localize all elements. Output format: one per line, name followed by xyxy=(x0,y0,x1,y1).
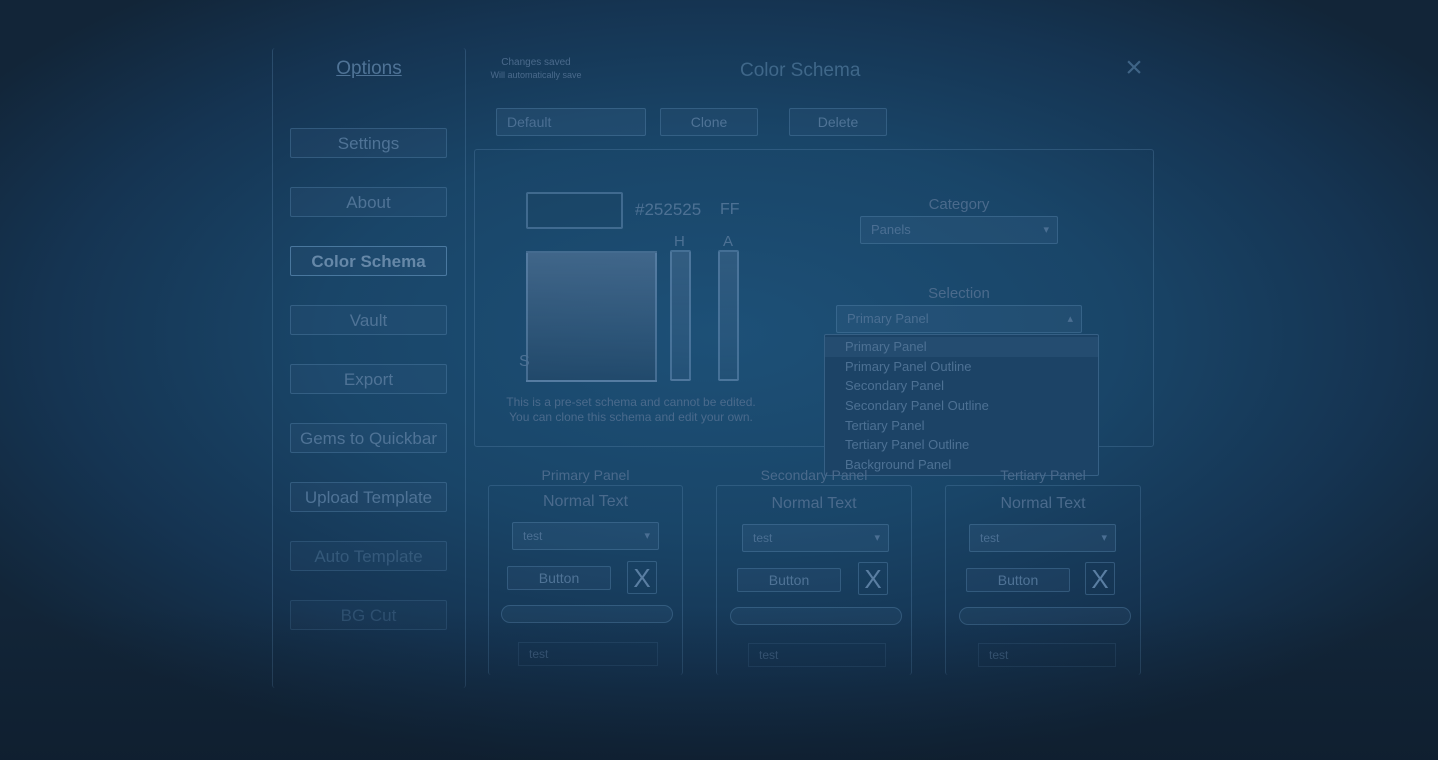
primary-preview-dropdown-value: test xyxy=(523,529,543,543)
tertiary-preview-dropdown-value: test xyxy=(980,531,1000,545)
tertiary-preview-progress xyxy=(959,607,1131,625)
selection-option[interactable]: Secondary Panel Outline xyxy=(825,396,1098,416)
selection-option[interactable]: Primary Panel xyxy=(825,337,1098,357)
hue-label: H xyxy=(674,233,685,250)
category-select-value: Panels xyxy=(871,222,911,237)
selection-option[interactable]: Tertiary Panel Outline xyxy=(825,435,1098,455)
menu-settings-button[interactable]: Settings xyxy=(290,128,447,158)
menu-upload-template-button[interactable]: Upload Template xyxy=(290,482,447,512)
selection-label: Selection xyxy=(928,285,990,302)
secondary-normal-text: Normal Text xyxy=(771,495,857,512)
selection-option[interactable]: Primary Panel Outline xyxy=(825,357,1098,377)
primary-preview-title: Primary Panel xyxy=(541,467,630,483)
selection-select-value: Primary Panel xyxy=(847,311,929,326)
menu-about-button[interactable]: About xyxy=(290,187,447,217)
selection-option[interactable]: Tertiary Panel xyxy=(825,416,1098,436)
tertiary-close-icon[interactable]: X xyxy=(1085,562,1115,595)
selection-select[interactable]: Primary Panel ▴ xyxy=(836,305,1082,333)
secondary-preview-input[interactable]: test xyxy=(748,643,886,667)
chevron-down-icon: ▾ xyxy=(644,530,650,542)
schema-select[interactable]: Default xyxy=(496,108,646,136)
schema-select-value: Default xyxy=(507,114,552,130)
selection-option[interactable]: Secondary Panel xyxy=(825,376,1098,396)
category-select[interactable]: Panels ▾ xyxy=(860,216,1058,244)
save-status-line1: Changes saved xyxy=(501,57,571,68)
chevron-up-icon: ▴ xyxy=(1067,313,1073,325)
primary-close-icon[interactable]: X xyxy=(627,561,657,594)
menu-gems-to-quickbar-button[interactable]: Gems to Quickbar xyxy=(290,423,447,453)
secondary-close-icon[interactable]: X xyxy=(858,562,888,595)
alpha-label: A xyxy=(723,233,734,250)
preset-note-line1: This is a pre-set schema and cannot be e… xyxy=(506,395,756,409)
sv-label: S xyxy=(519,353,530,370)
hue-slider[interactable] xyxy=(670,250,691,381)
category-label: Category xyxy=(928,196,990,213)
hex-value[interactable]: #252525 xyxy=(635,200,701,220)
menu-color-schema-button[interactable]: Color Schema xyxy=(290,246,447,276)
menu-bg-cut-button[interactable]: BG Cut xyxy=(290,600,447,630)
color-schema-title: Color Schema xyxy=(740,60,861,81)
primary-preview-progress xyxy=(501,605,673,623)
tertiary-preview-button[interactable]: Button xyxy=(966,568,1070,592)
secondary-preview-dropdown-value: test xyxy=(753,531,773,545)
chevron-down-icon: ▾ xyxy=(1101,532,1107,544)
alpha-hex-value[interactable]: FF xyxy=(720,201,740,219)
secondary-preview-dropdown[interactable]: test ▾ xyxy=(742,524,889,552)
delete-button[interactable]: Delete xyxy=(789,108,887,136)
color-preview-swatch xyxy=(526,192,623,229)
chevron-down-icon: ▾ xyxy=(874,532,880,544)
tertiary-preview-input[interactable]: test xyxy=(978,643,1116,667)
tertiary-preview-dropdown[interactable]: test ▾ xyxy=(969,524,1116,552)
secondary-preview-progress xyxy=(730,607,902,625)
clone-button[interactable]: Clone xyxy=(660,108,758,136)
primary-preview-button[interactable]: Button xyxy=(507,566,611,590)
close-icon[interactable]: × xyxy=(1121,53,1147,83)
options-title: Options xyxy=(336,58,402,79)
primary-preview-input[interactable]: test xyxy=(518,642,658,666)
save-status-line2: Will automatically save xyxy=(490,70,582,80)
selection-dropdown-list: Primary Panel Primary Panel Outline Seco… xyxy=(824,334,1099,476)
alpha-slider[interactable] xyxy=(718,250,739,381)
tertiary-normal-text: Normal Text xyxy=(1000,495,1086,512)
secondary-preview-title: Secondary Panel xyxy=(760,467,868,483)
menu-export-button[interactable]: Export xyxy=(290,364,447,394)
preset-note-line2: You can clone this schema and edit your … xyxy=(509,410,753,424)
secondary-preview-button[interactable]: Button xyxy=(737,568,841,592)
menu-vault-button[interactable]: Vault xyxy=(290,305,447,335)
primary-normal-text: Normal Text xyxy=(542,493,629,510)
primary-preview-dropdown[interactable]: test ▾ xyxy=(512,522,659,550)
chevron-down-icon: ▾ xyxy=(1043,224,1049,236)
tertiary-preview-title: Tertiary Panel xyxy=(1000,467,1086,483)
menu-auto-template-button[interactable]: Auto Template xyxy=(290,541,447,571)
saturation-value-square[interactable] xyxy=(526,251,657,382)
